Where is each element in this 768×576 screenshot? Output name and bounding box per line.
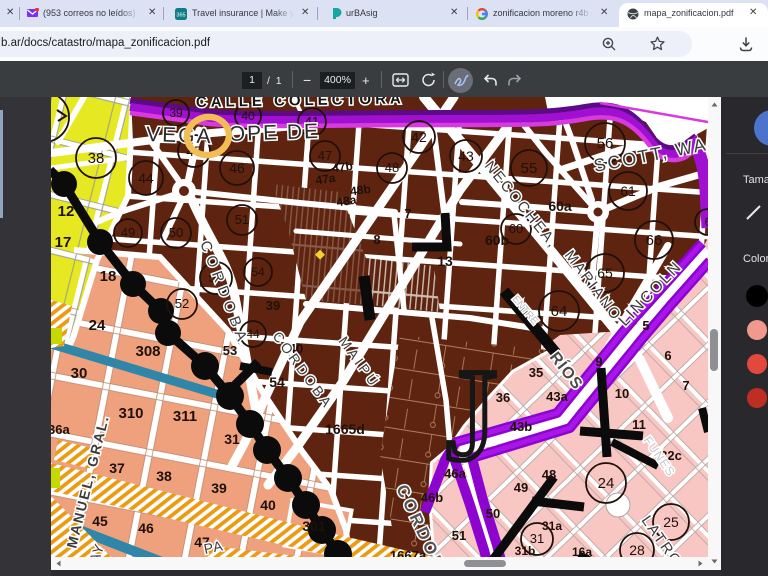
svg-text:6: 6 (664, 348, 671, 363)
svg-text:5: 5 (642, 318, 649, 333)
svg-text:52: 52 (175, 296, 189, 311)
svg-text:9: 9 (595, 354, 602, 369)
svg-text:64: 64 (551, 303, 568, 320)
svg-text:49: 49 (121, 225, 135, 240)
svg-text:39: 39 (211, 480, 227, 496)
svg-text:38: 38 (88, 150, 105, 167)
svg-text:VEGA: VEGA (146, 123, 213, 148)
svg-text:7: 7 (682, 378, 689, 393)
svg-text:24: 24 (598, 475, 615, 492)
svg-text:25: 25 (663, 514, 679, 530)
svg-text:1665d: 1665d (325, 421, 365, 437)
svg-text:43: 43 (458, 148, 474, 164)
svg-text:24: 24 (89, 317, 106, 334)
svg-text:48: 48 (542, 467, 556, 482)
svg-text:17: 17 (55, 234, 72, 251)
svg-text:40: 40 (260, 497, 276, 513)
svg-text:36a: 36a (51, 422, 70, 437)
svg-text:46: 46 (138, 520, 154, 536)
svg-text:8: 8 (373, 232, 380, 247)
svg-text:45: 45 (92, 513, 108, 529)
svg-text:46a: 46a (444, 466, 466, 481)
svg-text:35: 35 (529, 365, 543, 380)
svg-text:47: 47 (318, 148, 332, 163)
svg-text:50: 50 (486, 506, 500, 521)
svg-text:61: 61 (620, 183, 636, 199)
svg-text:51: 51 (235, 212, 249, 227)
svg-text:48: 48 (385, 160, 399, 175)
svg-text:47a: 47a (315, 171, 337, 188)
svg-text:43a: 43a (546, 389, 568, 404)
svg-text:OPE DE: OPE DE (228, 120, 320, 146)
svg-text:13: 13 (437, 253, 453, 269)
svg-text:42: 42 (411, 129, 427, 145)
svg-text:60a: 60a (548, 198, 572, 214)
svg-text:39: 39 (169, 106, 183, 120)
svg-text:31b: 31b (515, 544, 536, 557)
svg-text:65: 65 (597, 265, 613, 281)
svg-text:38: 38 (156, 468, 172, 484)
svg-text:301: 301 (302, 518, 326, 534)
svg-text:11: 11 (632, 417, 646, 432)
svg-text:12: 12 (58, 203, 75, 220)
svg-text:56: 56 (597, 135, 614, 152)
svg-text:16a: 16a (572, 545, 592, 557)
svg-text:51: 51 (452, 528, 466, 543)
svg-text:31: 31 (224, 431, 240, 447)
svg-text:60b: 60b (485, 232, 509, 248)
svg-text:365: 365 (176, 13, 185, 19)
svg-text:44: 44 (138, 170, 154, 186)
svg-text:10: 10 (615, 386, 629, 401)
svg-text:46: 46 (229, 160, 245, 176)
svg-text:43b: 43b (510, 419, 532, 434)
svg-text:310: 310 (118, 405, 143, 422)
svg-text:28: 28 (629, 542, 645, 557)
svg-text:7: 7 (404, 206, 411, 221)
svg-text:308: 308 (135, 343, 160, 360)
svg-text:60: 60 (509, 221, 523, 236)
svg-text:311: 311 (173, 408, 197, 425)
svg-text:50: 50 (169, 225, 183, 240)
svg-text:18: 18 (100, 268, 117, 285)
svg-text:39: 39 (266, 298, 280, 313)
svg-text:30: 30 (71, 365, 88, 382)
svg-text:36: 36 (496, 390, 510, 405)
svg-text:54: 54 (269, 374, 285, 390)
svg-text:31a: 31a (542, 519, 562, 533)
svg-text:54: 54 (251, 265, 265, 279)
svg-text:66: 66 (646, 232, 663, 249)
svg-text:37: 37 (109, 460, 125, 476)
svg-text:40: 40 (241, 109, 255, 123)
svg-text:49: 49 (514, 480, 528, 495)
svg-text:48a: 48a (336, 193, 358, 210)
svg-text:46b: 46b (421, 490, 443, 505)
svg-text:55: 55 (521, 160, 538, 177)
